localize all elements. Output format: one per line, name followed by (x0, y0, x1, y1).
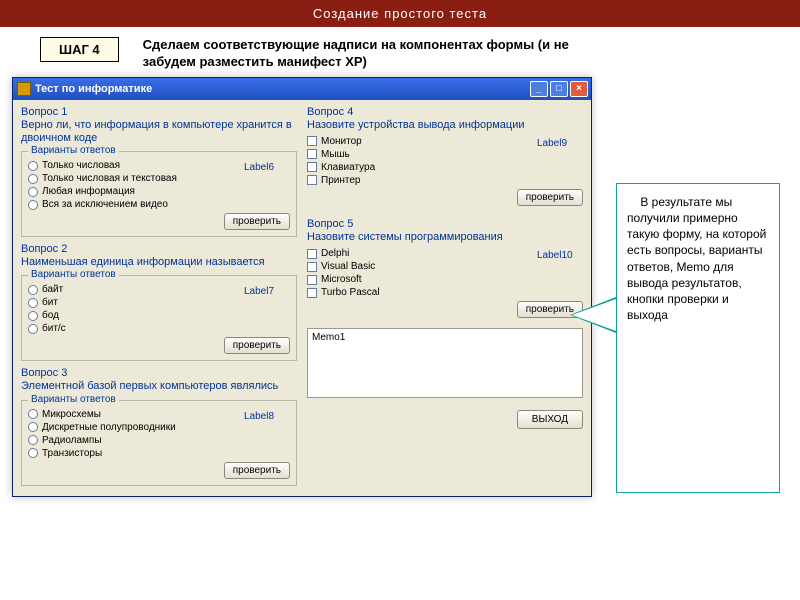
q4-opt-3[interactable]: Клавиатура (307, 162, 531, 173)
q2-check-button[interactable]: проверить (224, 337, 290, 354)
q2-opt-4[interactable]: бит/с (28, 323, 238, 334)
q3-groupbox: Варианты ответов Микросхемы Дискретные п… (21, 400, 297, 486)
q1-opt-3[interactable]: Любая информация (28, 186, 238, 197)
radio-icon (28, 161, 38, 171)
radio-icon (28, 187, 38, 197)
q2-opt-1[interactable]: байт (28, 284, 238, 295)
app-window: Тест по информатике _ □ × Вопрос 1 Верно… (12, 77, 592, 497)
slide-title: Создание простого теста (0, 0, 800, 27)
step-instruction: Сделаем соответствующие надписи на компо… (143, 37, 593, 71)
groupbox-legend: Варианты ответов (28, 145, 119, 156)
q1-check-button[interactable]: проверить (224, 213, 290, 230)
question-4: Вопрос 4 Назовите устройства вывода инфо… (307, 106, 583, 206)
titlebar[interactable]: Тест по информатике _ □ × (13, 78, 591, 100)
q5-opt-1[interactable]: Delphi (307, 248, 531, 259)
question-2: Вопрос 2 Наименьшая единица информации н… (21, 243, 297, 361)
q4-opt-1[interactable]: Монитор (307, 136, 531, 147)
radio-icon (28, 448, 38, 458)
callout-box: В результате мы получили примерно такую … (616, 183, 780, 493)
memo-output[interactable]: Memo1 (307, 328, 583, 398)
q1-result-label: Label6 (238, 160, 290, 173)
radio-icon (28, 200, 38, 210)
groupbox-legend: Варианты ответов (28, 394, 119, 405)
checkbox-icon (307, 149, 317, 159)
radio-icon (28, 422, 38, 432)
checkbox-icon (307, 288, 317, 298)
radio-icon (28, 435, 38, 445)
q2-groupbox: Варианты ответов байт бит бод бит/с Labe… (21, 275, 297, 361)
q5-opt-2[interactable]: Visual Basic (307, 261, 531, 272)
q5-text: Назовите системы программирования (307, 231, 583, 244)
maximize-button[interactable]: □ (550, 81, 568, 97)
radio-icon (28, 298, 38, 308)
q4-title: Вопрос 4 (307, 106, 583, 118)
q5-opt-4[interactable]: Turbo Pascal (307, 287, 531, 298)
q1-opt-1[interactable]: Только числовая (28, 160, 238, 171)
radio-icon (28, 324, 38, 334)
checkbox-icon (307, 249, 317, 259)
radio-icon (28, 285, 38, 295)
q1-opt-2[interactable]: Только числовая и текстовая (28, 173, 238, 184)
groupbox-legend: Варианты ответов (28, 269, 119, 280)
q3-opt-1[interactable]: Микросхемы (28, 409, 238, 420)
q2-opt-2[interactable]: бит (28, 297, 238, 308)
question-1: Вопрос 1 Верно ли, что информация в комп… (21, 106, 297, 237)
q4-opt-4[interactable]: Принтер (307, 175, 531, 186)
q2-result-label: Label7 (238, 284, 290, 297)
q3-title: Вопрос 3 (21, 367, 297, 379)
exit-button[interactable]: ВЫХОД (517, 410, 583, 429)
close-button[interactable]: × (570, 81, 588, 97)
q5-title: Вопрос 5 (307, 218, 583, 230)
q3-check-button[interactable]: проверить (224, 462, 290, 479)
q3-opt-3[interactable]: Радиолампы (28, 435, 238, 446)
checkbox-icon (307, 162, 317, 172)
q4-result-label: Label9 (531, 136, 583, 149)
q4-check-button[interactable]: проверить (517, 189, 583, 206)
checkbox-icon (307, 275, 317, 285)
radio-icon (28, 409, 38, 419)
q3-opt-2[interactable]: Дискретные полупроводники (28, 422, 238, 433)
radio-icon (28, 174, 38, 184)
q3-opt-4[interactable]: Транзисторы (28, 448, 238, 459)
checkbox-icon (307, 136, 317, 146)
checkbox-icon (307, 175, 317, 185)
q1-groupbox: Варианты ответов Только числовая Только … (21, 151, 297, 237)
app-icon (17, 82, 31, 96)
q4-text: Назовите устройства вывода информации (307, 119, 583, 132)
step-row: ШАГ 4 Сделаем соответствующие надписи на… (0, 27, 800, 77)
q2-text: Наименьшая единица информации называется (21, 256, 297, 269)
checkbox-icon (307, 262, 317, 272)
q2-opt-3[interactable]: бод (28, 310, 238, 321)
q4-opt-2[interactable]: Мышь (307, 149, 531, 160)
q1-text: Верно ли, что информация в компьютере хр… (21, 119, 297, 145)
callout-text: В результате мы получили примерно такую … (627, 195, 770, 322)
radio-icon (28, 311, 38, 321)
q1-title: Вопрос 1 (21, 106, 297, 118)
q3-text: Элементной базой первых компьютеров явля… (21, 380, 297, 393)
window-title: Тест по информатике (35, 83, 152, 95)
q2-title: Вопрос 2 (21, 243, 297, 255)
q3-result-label: Label8 (238, 409, 290, 422)
q1-opt-4[interactable]: Вся за исключением видео (28, 199, 238, 210)
q5-result-label: Label10 (531, 248, 583, 261)
question-5: Вопрос 5 Назовите системы программирован… (307, 218, 583, 318)
minimize-button[interactable]: _ (530, 81, 548, 97)
callout-pointer-icon (570, 297, 616, 333)
q5-opt-3[interactable]: Microsoft (307, 274, 531, 285)
question-3: Вопрос 3 Элементной базой первых компьют… (21, 367, 297, 485)
step-badge: ШАГ 4 (40, 37, 119, 62)
